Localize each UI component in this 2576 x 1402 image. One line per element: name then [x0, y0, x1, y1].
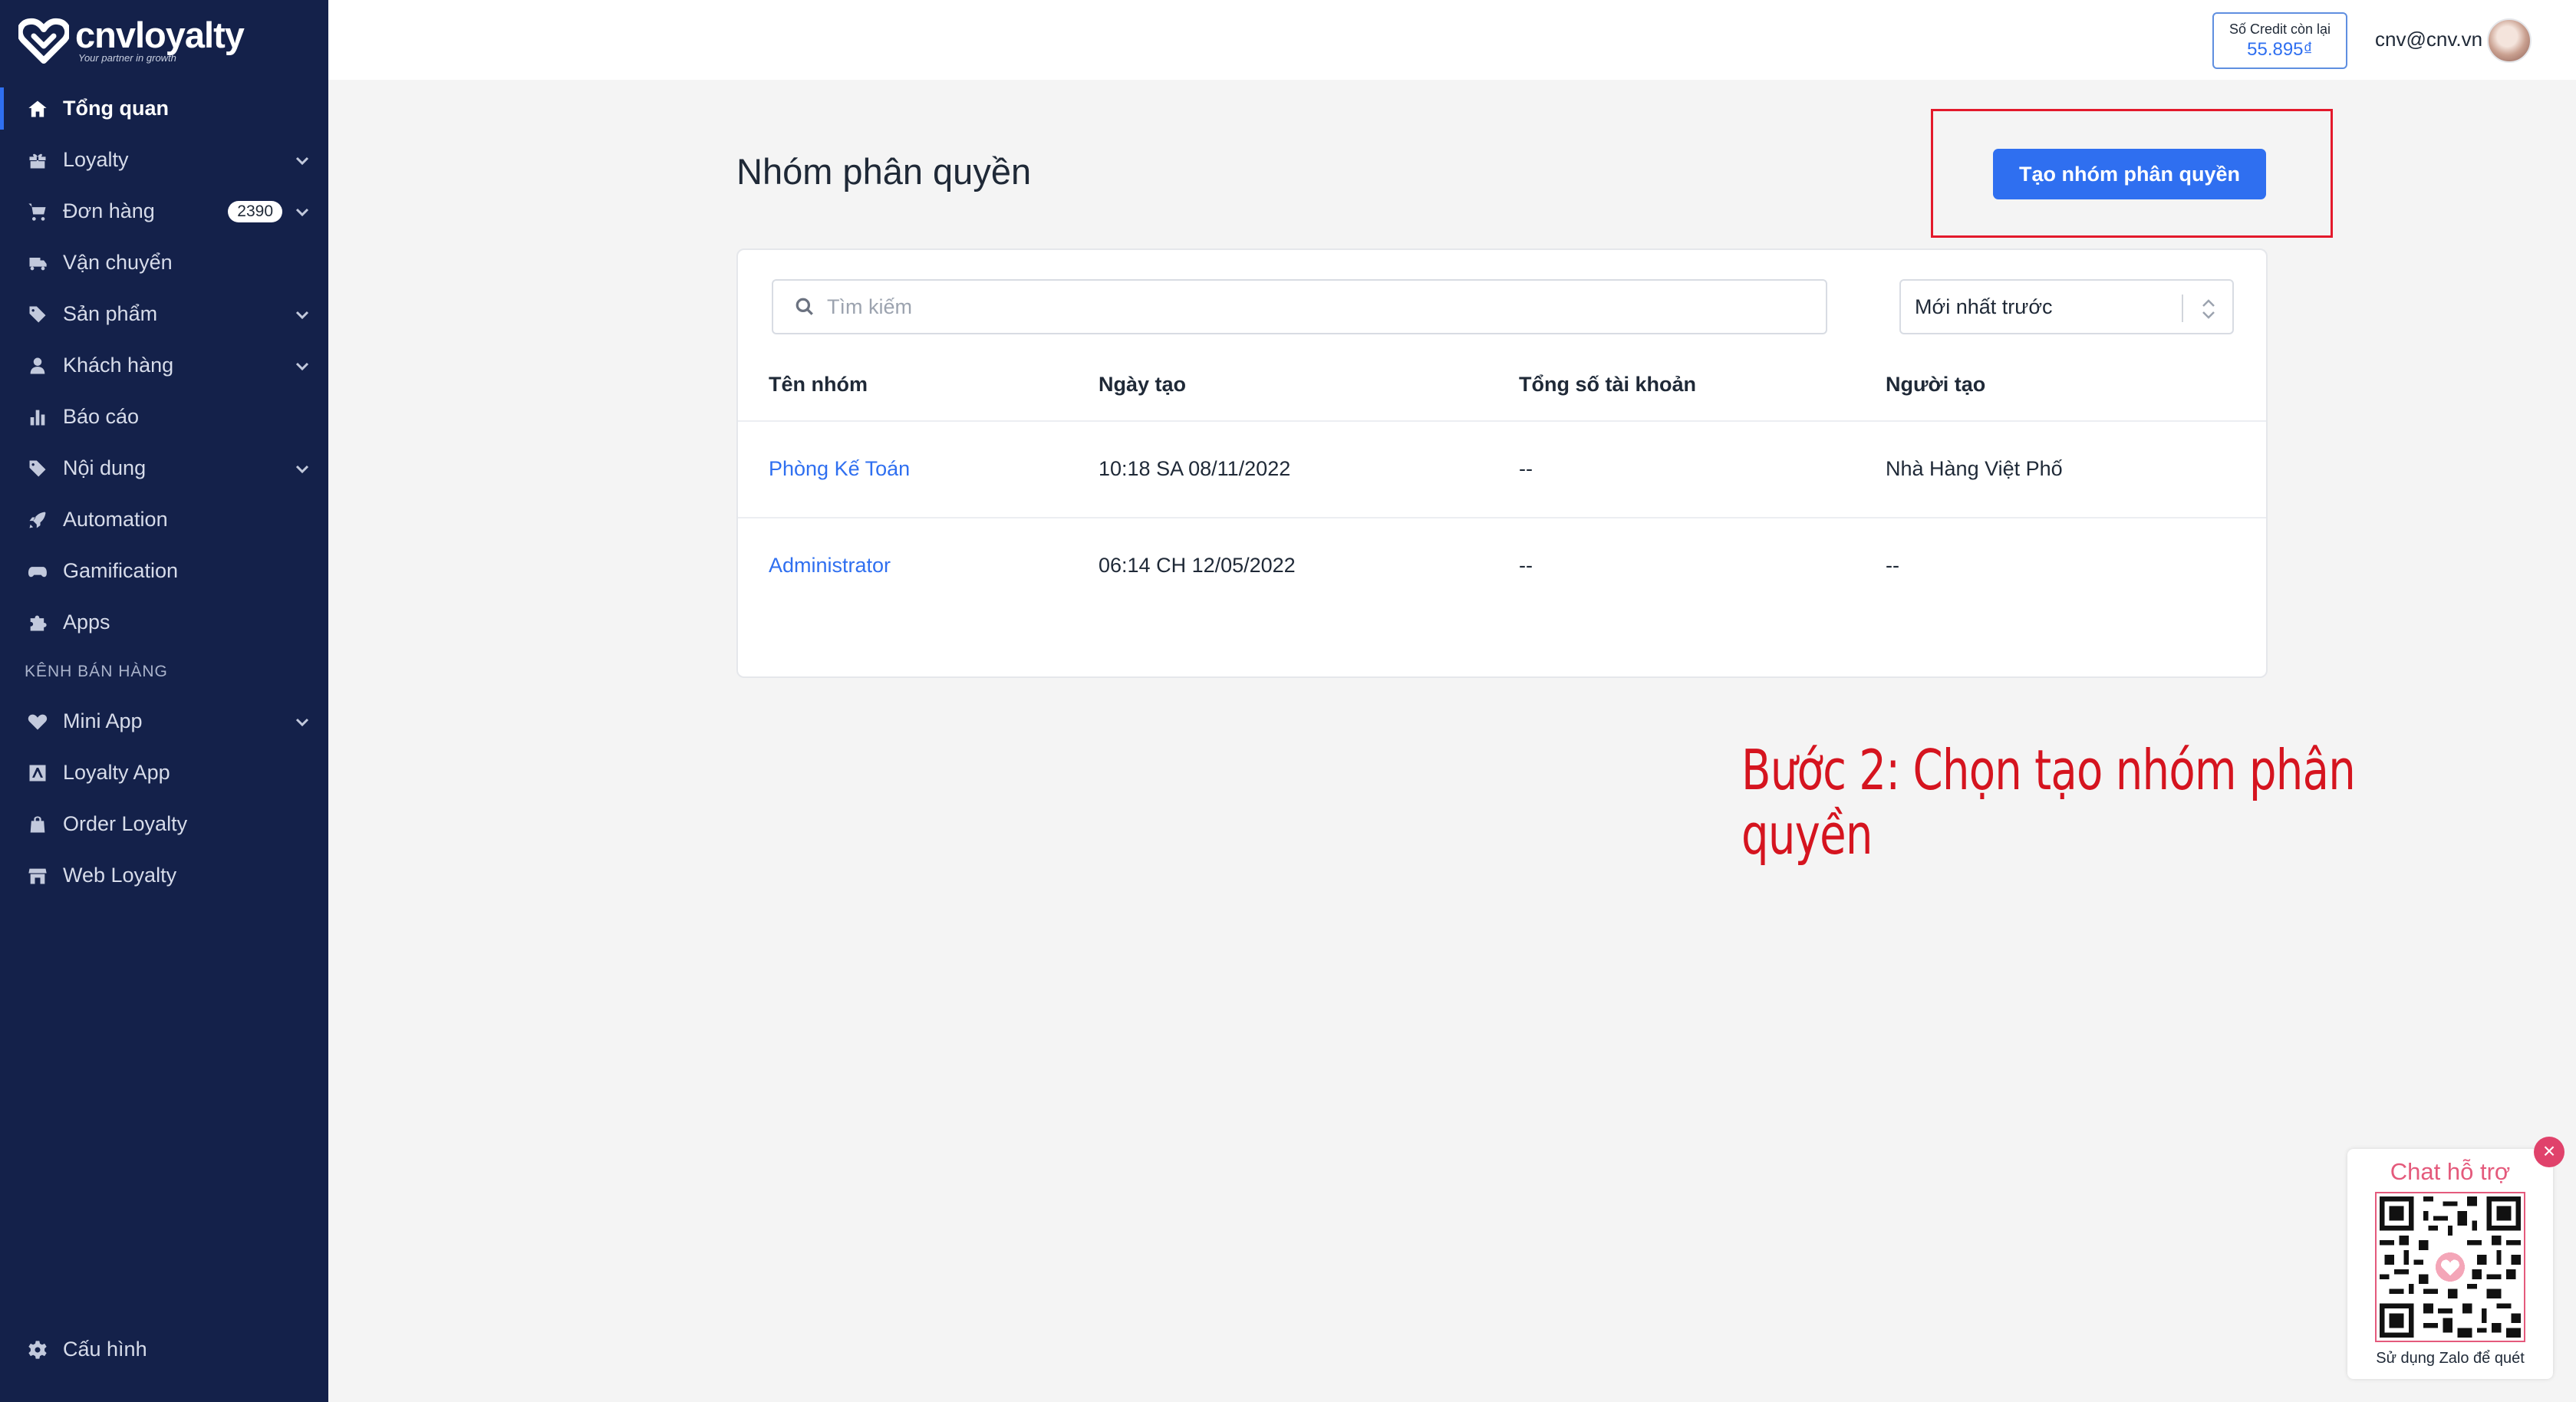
sidebar-item-label: Web Loyalty [63, 864, 177, 887]
store-icon [26, 864, 49, 887]
puzzle-icon [26, 611, 49, 634]
tag-icon [26, 303, 49, 326]
account-count: -- [1519, 554, 1533, 577]
sidebar-item-mini-app[interactable]: Mini App [0, 696, 328, 747]
creator-name: -- [1886, 554, 1899, 577]
avatar[interactable] [2487, 18, 2532, 63]
sidebar-item-bao-cao[interactable]: Báo cáo [0, 391, 328, 443]
logo[interactable]: cnvloyalty Your partner in growth [18, 15, 245, 64]
sidebar-item-van-chuyen[interactable]: Vận chuyển [0, 237, 328, 288]
row-divider [738, 420, 2266, 422]
cart-icon [26, 200, 49, 223]
user-email[interactable]: cnv@cnv.vn [2375, 28, 2482, 51]
close-icon[interactable]: × [2534, 1137, 2564, 1167]
create-group-button[interactable]: Tạo nhóm phân quyền [1993, 149, 2266, 199]
truck-icon [26, 252, 49, 275]
credit-value: 55.895₫ [2247, 39, 2313, 60]
created-date: 10:18 SA 08/11/2022 [1099, 457, 1291, 480]
bar-chart-icon [26, 406, 49, 429]
page-title: Nhóm phân quyền [736, 151, 1032, 192]
rocket-icon [26, 508, 49, 532]
order-count-badge: 2390 [228, 201, 282, 222]
sidebar-item-label: Khách hàng [63, 354, 174, 377]
gear-icon [26, 1338, 49, 1361]
sidebar-item-gamification[interactable]: Gamification [0, 545, 328, 597]
sidebar-item-label: Loyalty [63, 148, 129, 171]
credit-box[interactable]: Số Credit còn lại 55.895₫ [2212, 12, 2347, 69]
step-annotation: Bước 2: Chọn tạo nhóm phân quyền [1741, 738, 2356, 867]
group-name-link[interactable]: Phòng Kế Toán [769, 457, 910, 481]
sidebar-item-label: Loyalty App [63, 761, 170, 784]
chevron-down-icon[interactable] [293, 357, 311, 375]
sort-value: Mới nhất trước [1915, 295, 2053, 318]
home-icon [26, 97, 49, 120]
zalo-qr-code [2375, 1192, 2525, 1342]
sidebar-nav: Tổng quan Loyalty Đơn hàng 2390 Vận chuy… [0, 83, 328, 901]
sidebar-item-noi-dung[interactable]: Nội dung [0, 443, 328, 494]
search-input[interactable] [827, 295, 1748, 319]
sidebar-item-khach-hang[interactable]: Khách hàng [0, 340, 328, 391]
account-count: -- [1519, 457, 1533, 480]
chevron-down-icon[interactable] [293, 305, 311, 324]
sidebar-item-label: Vận chuyển [63, 251, 173, 274]
app-store-icon [26, 762, 49, 785]
groups-card: Mới nhất trước Tên nhóm Ngày tạo Tổng số… [736, 248, 2268, 678]
sidebar: cnvloyalty Your partner in growth Tổng q… [0, 0, 328, 1402]
group-name-link[interactable]: Administrator [769, 554, 891, 578]
sidebar-item-label: Đơn hàng [63, 199, 155, 222]
sidebar-section-label: KÊNH BÁN HÀNG [25, 663, 168, 680]
sidebar-item-label: Apps [63, 610, 110, 634]
chevron-down-icon[interactable] [293, 459, 311, 478]
logo-name: cnvloyalty [75, 15, 245, 55]
sort-select[interactable]: Mới nhất trước [1899, 279, 2234, 334]
chat-caption: Sử dụng Zalo để quét [2376, 1350, 2525, 1367]
sidebar-item-don-hang[interactable]: Đơn hàng 2390 [0, 186, 328, 237]
sidebar-item-label: Automation [63, 508, 168, 531]
search-box[interactable] [772, 279, 1827, 334]
sidebar-item-label: Cấu hình [63, 1338, 147, 1361]
sidebar-item-tong-quan[interactable]: Tổng quan [0, 83, 328, 134]
sidebar-item-label: Tổng quan [63, 97, 169, 120]
creator-name: Nhà Hàng Việt Phố [1886, 457, 2063, 480]
sidebar-item-automation[interactable]: Automation [0, 494, 328, 545]
tag-icon [26, 457, 49, 480]
chevron-down-icon[interactable] [293, 151, 311, 169]
sidebar-item-loyalty[interactable]: Loyalty [0, 134, 328, 186]
sidebar-item-label: Nội dung [63, 456, 147, 479]
gamepad-icon [26, 560, 49, 583]
search-icon [796, 298, 813, 315]
sidebar-item-cau-hinh[interactable]: Cấu hình [0, 1324, 328, 1375]
column-header-accounts[interactable]: Tổng số tài khoản [1519, 373, 1696, 397]
credit-label: Số Credit còn lại [2228, 21, 2331, 37]
column-header-created[interactable]: Ngày tạo [1099, 373, 1186, 397]
chevron-down-icon[interactable] [293, 713, 311, 731]
row-divider [738, 517, 2266, 518]
sidebar-item-order-loyalty[interactable]: Order Loyalty [0, 798, 328, 850]
user-icon [26, 354, 49, 377]
heart-icon [26, 710, 49, 733]
sidebar-item-san-pham[interactable]: Sản phẩm [0, 288, 328, 340]
sidebar-item-label: Sản phẩm [63, 302, 158, 325]
created-date: 06:14 CH 12/05/2022 [1099, 554, 1296, 577]
sidebar-item-apps[interactable]: Apps [0, 597, 328, 648]
chat-support-widget[interactable]: Chat hỗ trợ Sử dụng Zalo để quét [2347, 1149, 2553, 1379]
sort-arrows-icon [2199, 296, 2219, 322]
column-header-creator[interactable]: Người tạo [1886, 373, 1985, 397]
chat-title: Chat hỗ trợ [2390, 1158, 2511, 1185]
chevron-down-icon[interactable] [293, 202, 311, 221]
sidebar-item-label: Mini App [63, 709, 143, 732]
bag-icon [26, 813, 49, 836]
sidebar-item-label: Order Loyalty [63, 812, 188, 835]
sidebar-item-label: Gamification [63, 559, 179, 582]
sort-divider [2182, 295, 2183, 322]
column-header-name[interactable]: Tên nhóm [769, 373, 868, 397]
sidebar-item-label: Báo cáo [63, 405, 140, 428]
heart-logo-icon [18, 18, 69, 64]
sidebar-item-web-loyalty[interactable]: Web Loyalty [0, 850, 328, 901]
sidebar-item-loyalty-app[interactable]: Loyalty App [0, 747, 328, 798]
gift-icon [26, 149, 49, 172]
